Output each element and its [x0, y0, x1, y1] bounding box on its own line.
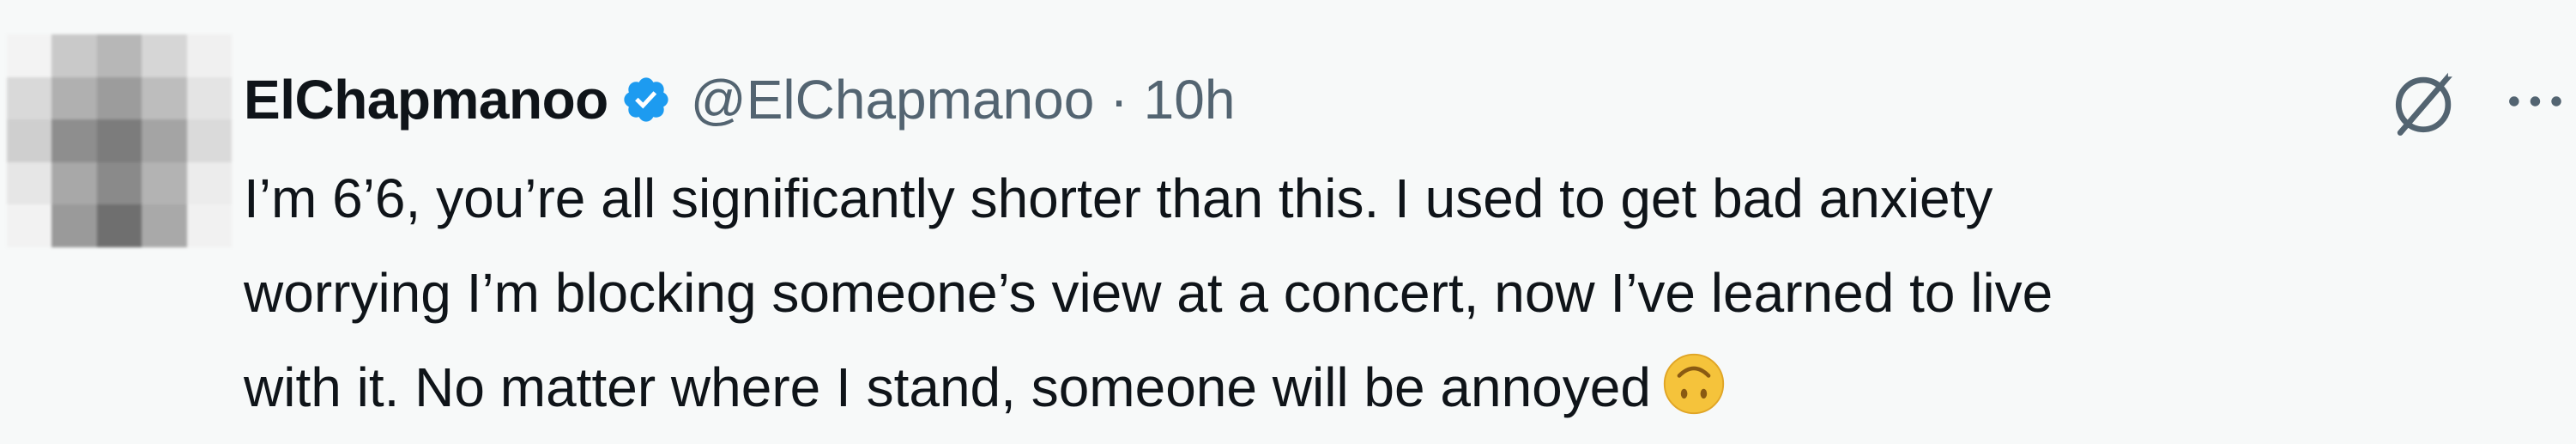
avatar[interactable] [7, 34, 232, 247]
grok-button[interactable] [2384, 62, 2466, 144]
more-options-button[interactable] [2506, 67, 2576, 136]
tweet-text-line-1: I’m 6’6, you’re all significantly shorte… [244, 167, 1993, 229]
author-display-name[interactable]: ElChapmanoo [244, 68, 608, 131]
separator-dot: · [1110, 69, 1128, 131]
tweet-text: I’m 6’6, you’re all significantly shorte… [244, 151, 2561, 435]
tweet-timestamp[interactable]: 10h [1144, 68, 1236, 131]
tweet-text-line-3-wrap: with it. No matter where I stand, someon… [244, 340, 2561, 435]
tweet-header: ElChapmanoo @ElChapmanoo · 10h [244, 57, 1235, 143]
more-options-icon [2509, 96, 2561, 106]
tweet-text-line-2: worrying I’m blocking someone’s view at … [244, 262, 2053, 324]
tweet-text-line-3: with it. No matter where I stand, someon… [244, 356, 1651, 418]
author-handle[interactable]: @ElChapmanoo [691, 68, 1095, 131]
verified-badge-icon[interactable] [620, 74, 672, 125]
grok-icon [2395, 70, 2458, 136]
upside-down-face-emoji-icon [1663, 353, 1725, 415]
